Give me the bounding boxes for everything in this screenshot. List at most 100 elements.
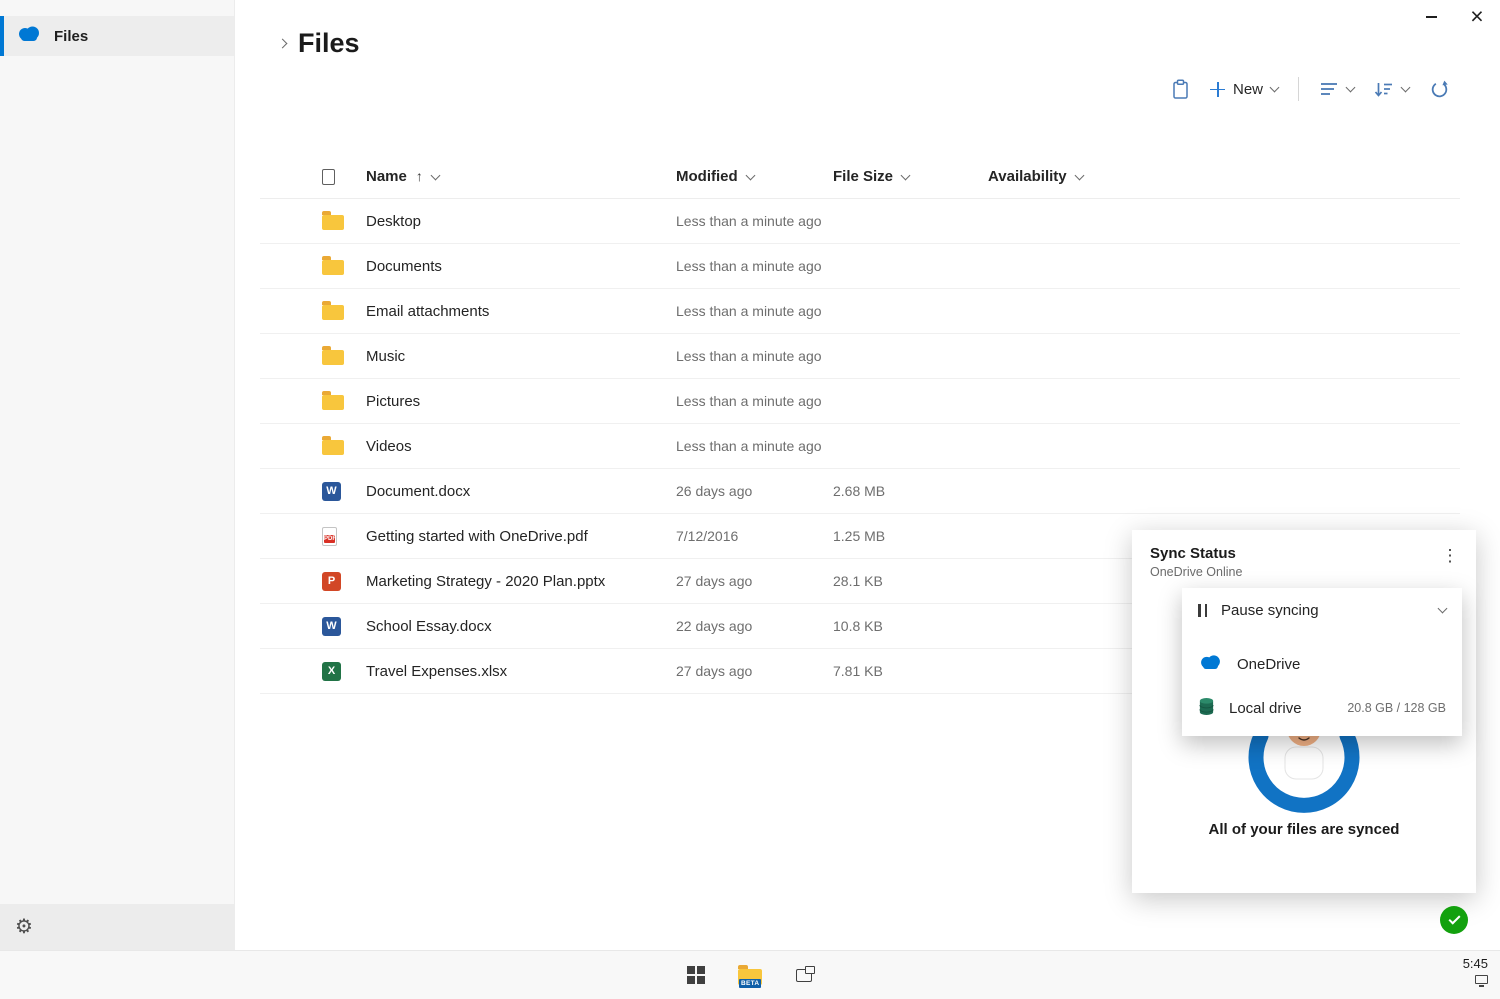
table-row[interactable]: Document.docx 26 days ago 2.68 MB bbox=[260, 469, 1460, 514]
folder-icon bbox=[322, 395, 344, 410]
header-availability[interactable]: Availability bbox=[988, 168, 1460, 185]
table-row[interactable]: Videos Less than a minute ago bbox=[260, 424, 1460, 469]
header-name[interactable]: Name bbox=[366, 168, 676, 185]
selected-accent-bar bbox=[0, 16, 4, 56]
header-file-size[interactable]: File Size bbox=[833, 168, 988, 185]
folder-icon bbox=[322, 260, 344, 275]
drive-item-local[interactable]: Local drive 20.8 GB / 128 GB bbox=[1182, 686, 1462, 730]
file-size: 7.81 KB bbox=[833, 663, 988, 679]
table-row[interactable]: Email attachments Less than a minute ago bbox=[260, 289, 1460, 334]
close-button[interactable] bbox=[1454, 0, 1500, 33]
folder-icon bbox=[322, 440, 344, 455]
clock[interactable]: 5:45 bbox=[1463, 956, 1488, 971]
file-name: Getting started with OneDrive.pdf bbox=[366, 528, 676, 545]
paste-button[interactable] bbox=[1171, 79, 1190, 100]
start-button[interactable] bbox=[683, 962, 709, 988]
sidebar-item-files[interactable]: Files bbox=[0, 16, 234, 56]
word-file-icon bbox=[322, 482, 341, 501]
toolbar: New bbox=[1171, 72, 1450, 106]
chevron-right-icon[interactable] bbox=[278, 39, 288, 49]
file-size: 28.1 KB bbox=[833, 573, 988, 589]
chevron-down-icon bbox=[1270, 83, 1280, 93]
chevron-down-icon bbox=[1074, 170, 1084, 180]
file-name: Videos bbox=[366, 438, 676, 455]
list-view-icon bbox=[1319, 81, 1339, 97]
document-type-icon bbox=[322, 169, 335, 185]
chevron-down-icon bbox=[901, 170, 911, 180]
window-controls bbox=[1408, 0, 1500, 33]
word-file-icon bbox=[322, 617, 341, 636]
excel-file-icon bbox=[322, 662, 341, 681]
table-row[interactable]: Pictures Less than a minute ago bbox=[260, 379, 1460, 424]
new-button-label: New bbox=[1233, 81, 1263, 98]
sidebar-item-label: Files bbox=[54, 28, 88, 45]
breadcrumb: Files bbox=[279, 28, 360, 59]
chevron-down-icon bbox=[1438, 604, 1448, 614]
pdf-file-icon bbox=[322, 527, 337, 546]
page-title: Files bbox=[298, 28, 360, 59]
view-options-button[interactable] bbox=[1319, 81, 1354, 97]
onedrive-folder-icon: BETA bbox=[738, 969, 762, 985]
file-modified: Less than a minute ago bbox=[676, 348, 833, 364]
chevron-down-icon bbox=[430, 170, 440, 180]
file-name: Desktop bbox=[366, 213, 676, 230]
file-size: 1.25 MB bbox=[833, 528, 988, 544]
folder-icon bbox=[322, 215, 344, 230]
refresh-button[interactable] bbox=[1429, 79, 1450, 100]
table-row[interactable]: Music Less than a minute ago bbox=[260, 334, 1460, 379]
drive-label: OneDrive bbox=[1237, 656, 1432, 673]
table-row[interactable]: Documents Less than a minute ago bbox=[260, 244, 1460, 289]
tray-pc-icon[interactable] bbox=[1475, 975, 1488, 984]
file-modified: Less than a minute ago bbox=[676, 438, 833, 454]
file-name: Music bbox=[366, 348, 676, 365]
local-drive-icon bbox=[1198, 697, 1215, 720]
drive-usage: 20.8 GB / 128 GB bbox=[1347, 701, 1446, 715]
file-modified: 22 days ago bbox=[676, 618, 833, 634]
synced-check-icon[interactable] bbox=[1440, 906, 1468, 934]
file-name: School Essay.docx bbox=[366, 618, 676, 635]
main-content: Files New bbox=[235, 0, 1500, 950]
settings-gear-icon[interactable] bbox=[15, 917, 33, 938]
chevron-down-icon bbox=[1401, 83, 1411, 93]
pause-syncing-label: Pause syncing bbox=[1221, 602, 1425, 619]
plus-icon bbox=[1210, 82, 1225, 97]
file-name: Documents bbox=[366, 258, 676, 275]
file-modified: 26 days ago bbox=[676, 483, 833, 499]
pause-icon bbox=[1198, 604, 1207, 617]
table-header-row: Name Modified File Size Availability bbox=[260, 155, 1460, 199]
more-options-icon[interactable] bbox=[1438, 544, 1462, 568]
file-name: Document.docx bbox=[366, 483, 676, 500]
chevron-down-icon bbox=[745, 170, 755, 180]
file-modified: Less than a minute ago bbox=[676, 258, 833, 274]
sync-status-panel: Sync Status OneDrive Online Pause syncin… bbox=[1132, 530, 1476, 893]
drive-label: Local drive bbox=[1229, 700, 1333, 717]
file-size: 10.8 KB bbox=[833, 618, 988, 634]
sync-panel-title: Sync Status bbox=[1150, 545, 1458, 562]
sort-order-icon bbox=[1374, 81, 1394, 98]
new-button[interactable]: New bbox=[1210, 81, 1278, 98]
minimize-button[interactable] bbox=[1408, 0, 1454, 33]
file-name: Pictures bbox=[366, 393, 676, 410]
file-modified: Less than a minute ago bbox=[676, 213, 833, 229]
file-modified: Less than a minute ago bbox=[676, 393, 833, 409]
header-modified[interactable]: Modified bbox=[676, 168, 833, 185]
taskbar: BETA 5:45 bbox=[0, 950, 1500, 999]
sort-options-button[interactable] bbox=[1374, 81, 1409, 98]
clipboard-paste-icon bbox=[1171, 79, 1190, 100]
file-size: 2.68 MB bbox=[833, 483, 988, 499]
file-modified: 27 days ago bbox=[676, 573, 833, 589]
pause-syncing-option[interactable]: Pause syncing bbox=[1182, 588, 1462, 632]
task-view-button[interactable] bbox=[791, 962, 817, 988]
table-row[interactable]: Desktop Less than a minute ago bbox=[260, 199, 1460, 244]
onedrive-app-button[interactable]: BETA bbox=[737, 962, 763, 988]
drive-item-onedrive[interactable]: OneDrive bbox=[1182, 642, 1462, 686]
sync-panel-subtitle: OneDrive Online bbox=[1150, 565, 1458, 579]
chevron-down-icon bbox=[1346, 83, 1356, 93]
powerpoint-file-icon bbox=[322, 572, 341, 591]
file-modified: 27 days ago bbox=[676, 663, 833, 679]
sort-ascending-icon bbox=[416, 168, 423, 185]
minimize-icon bbox=[1426, 16, 1437, 18]
beta-badge: BETA bbox=[739, 979, 761, 988]
sidebar-footer bbox=[0, 904, 234, 950]
file-name: Email attachments bbox=[366, 303, 676, 320]
